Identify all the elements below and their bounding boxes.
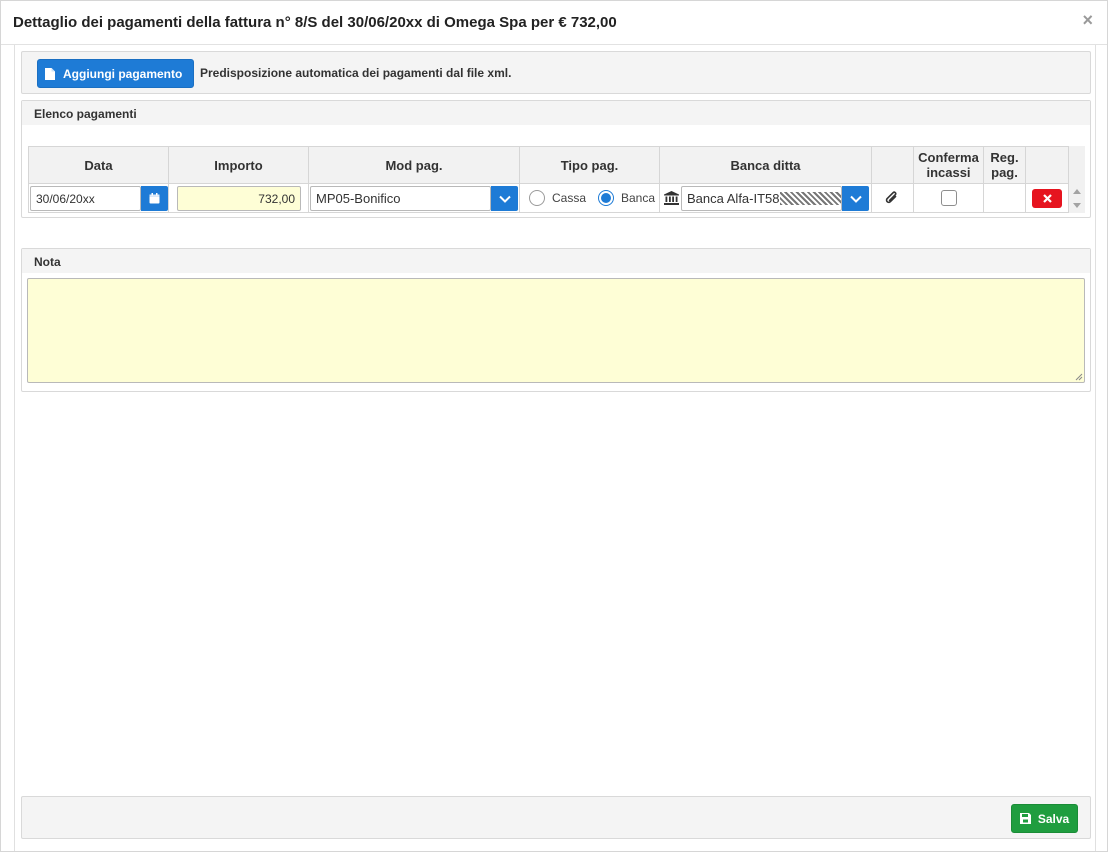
payments-modal: Dettaglio dei pagamenti della fattura n°…: [0, 0, 1108, 852]
company-bank-value: Banca Alfa-IT58: [687, 191, 780, 206]
bank-icon: [664, 191, 679, 205]
save-button[interactable]: Salva: [1011, 804, 1078, 833]
table-cell-actions: [1026, 184, 1069, 213]
radio-cassa-control[interactable]: [529, 190, 545, 206]
modal-title: Dettaglio dei pagamenti della fattura n°…: [13, 14, 617, 31]
table-cell-data: 30/06/20xx: [28, 184, 169, 213]
payments-panel-heading: Elenco pagamenti: [22, 101, 1090, 125]
radio-banca[interactable]: Banca: [598, 190, 655, 206]
toolbar: Aggiungi pagamento Predisposizione autom…: [21, 51, 1091, 94]
radio-cassa[interactable]: Cassa: [529, 190, 586, 206]
radio-banca-control[interactable]: [598, 190, 614, 206]
column-header-conferma-line1: Conferma: [918, 150, 979, 165]
column-header-tipo-pag[interactable]: Tipo pag.: [520, 146, 660, 184]
date-input[interactable]: 30/06/20xx: [30, 186, 141, 211]
table-cell-tipo-pag: Cassa Banca: [520, 184, 660, 213]
radio-cassa-label: Cassa: [552, 191, 587, 205]
column-header-reg-line1: Reg.: [990, 150, 1019, 165]
company-bank-dropdown-button[interactable]: [842, 186, 869, 211]
note-panel: Nota: [21, 248, 1091, 392]
masked-iban: [779, 192, 841, 205]
payments-grid: Data Importo Mod pag. Tipo pag. Banca di…: [28, 146, 1085, 213]
scroll-down-arrow-icon[interactable]: [1073, 203, 1081, 208]
chevron-down-icon: [849, 195, 862, 203]
column-header-data[interactable]: Data: [28, 146, 169, 184]
company-bank-select[interactable]: Banca Alfa-IT58: [681, 186, 842, 211]
table-cell-reg-pag: [984, 184, 1026, 213]
chevron-down-icon: [498, 195, 511, 203]
column-header-importo[interactable]: Importo: [169, 146, 309, 184]
table-cell-banca-ditta: Banca Alfa-IT58: [660, 184, 872, 213]
radio-banca-label: Banca: [621, 191, 656, 205]
column-header-reg-pag[interactable]: Reg. pag.: [984, 146, 1026, 184]
payment-mode-select[interactable]: MP05-Bonifico: [310, 186, 491, 211]
amount-input[interactable]: 732,00: [177, 186, 301, 211]
table-cell-attachment: [872, 184, 914, 213]
scroll-up-arrow-icon[interactable]: [1073, 189, 1081, 194]
payments-panel: Elenco pagamenti Data Importo Mod pag. T…: [21, 100, 1091, 218]
table-cell-mod-pag: MP05-Bonifico: [309, 184, 520, 213]
column-header-reg-line2: pag.: [991, 165, 1018, 180]
times-icon: [1042, 194, 1052, 203]
grid-scrollbar[interactable]: [1069, 146, 1085, 213]
modal-header: Dettaglio dei pagamenti della fattura n°…: [1, 1, 1107, 45]
add-payment-button[interactable]: Aggiungi pagamento: [37, 59, 194, 88]
column-header-mod-pag[interactable]: Mod pag.: [309, 146, 520, 184]
column-header-attachment: [872, 146, 914, 184]
add-payment-label: Aggiungi pagamento: [63, 66, 183, 81]
calendar-icon: [149, 193, 160, 204]
paperclip-icon[interactable]: [885, 190, 899, 206]
close-icon[interactable]: ×: [1082, 10, 1093, 31]
note-panel-heading: Nota: [22, 249, 1090, 273]
toolbar-info-text: Predisposizione automatica dei pagamenti…: [200, 66, 512, 80]
note-textarea[interactable]: [27, 278, 1085, 383]
document-icon: [45, 67, 55, 80]
column-header-conferma-line2: incassi: [926, 165, 971, 180]
column-header-actions: [1026, 146, 1069, 184]
confirm-receipts-checkbox[interactable]: [941, 190, 957, 206]
column-header-banca-ditta[interactable]: Banca ditta: [660, 146, 872, 184]
modal-footer: Salva: [21, 796, 1091, 839]
floppy-disk-icon: [1019, 813, 1031, 824]
delete-row-button[interactable]: [1032, 189, 1062, 208]
modal-body: Aggiungi pagamento Predisposizione autom…: [14, 45, 1096, 851]
column-header-conferma-incassi[interactable]: Conferma incassi: [914, 146, 984, 184]
date-picker-button[interactable]: [141, 186, 168, 211]
payment-mode-dropdown-button[interactable]: [491, 186, 518, 211]
table-cell-importo: 732,00: [169, 184, 309, 213]
table-cell-conferma-incassi: [914, 184, 984, 213]
save-label: Salva: [1037, 811, 1070, 826]
resize-grip-icon[interactable]: [1074, 372, 1083, 381]
